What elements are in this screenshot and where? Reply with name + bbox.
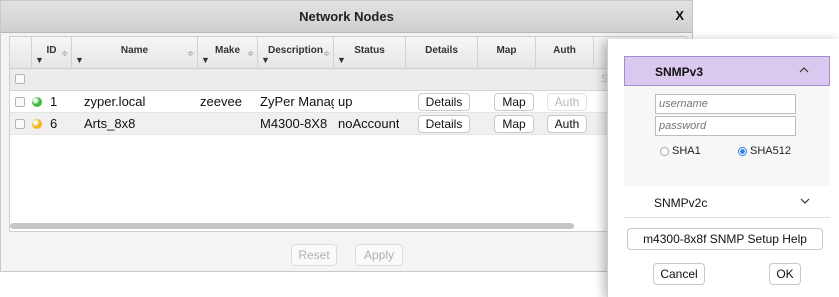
- sort-down-icon[interactable]: ▼: [201, 55, 210, 65]
- nodes-table: ID ▼ ≑ Name ▼ ≑ Make ▼ ≑ Description ▼ ≑…: [9, 36, 687, 232]
- sort-indicator-icon: ≑: [247, 49, 254, 58]
- network-nodes-window: Network Nodes X ID ▼ ≑ Name ▼ ≑ Make ▼ ≑…: [0, 0, 693, 272]
- sort-down-icon[interactable]: ▼: [337, 55, 346, 65]
- snmpv2c-label: SNMPv2c: [654, 196, 708, 210]
- chevron-down-icon[interactable]: [800, 196, 810, 206]
- reset-button[interactable]: Reset: [291, 244, 337, 266]
- col-name-label: Name: [120, 45, 149, 56]
- password-field[interactable]: [655, 116, 796, 136]
- col-map-label: Map: [496, 45, 517, 56]
- row-name: zyper.local: [84, 94, 146, 109]
- sort-indicator-icon: ≑: [187, 49, 194, 58]
- window-title: Network Nodes: [299, 9, 394, 24]
- row-id: 6: [50, 116, 58, 131]
- chevron-up-icon[interactable]: [799, 65, 809, 75]
- snmpv3-body: SHA1 SHA512: [624, 86, 830, 186]
- col-details-header: Details: [406, 37, 478, 69]
- details-button[interactable]: Details: [418, 93, 470, 111]
- auth-button[interactable]: Auth: [547, 115, 587, 133]
- status-dot-icon: [32, 97, 42, 107]
- col-make-header[interactable]: Make ▼ ≑: [198, 37, 258, 69]
- col-id-header[interactable]: ID ▼ ≑: [32, 37, 72, 69]
- title-bar[interactable]: Network Nodes X: [1, 1, 692, 33]
- table-row[interactable]: 1 zyper.local zeevee ZyPer Manag up Deta…: [10, 91, 686, 113]
- sort-down-icon[interactable]: ▼: [261, 55, 270, 65]
- row-checkbox[interactable]: [15, 97, 25, 107]
- col-map-header: Map: [478, 37, 536, 69]
- sort-down-icon[interactable]: ▼: [35, 55, 44, 65]
- cancel-button[interactable]: Cancel: [653, 263, 705, 285]
- row-id: 1: [50, 94, 58, 109]
- col-details-label: Details: [425, 45, 458, 56]
- filter-row: S: [10, 69, 686, 91]
- sha1-label: SHA1: [672, 145, 701, 157]
- col-description-header[interactable]: Description ▼ ≑: [258, 37, 334, 69]
- col-name-header[interactable]: Name ▼ ≑: [72, 37, 198, 69]
- row-checkbox[interactable]: [15, 119, 25, 129]
- auth-button: Auth: [547, 93, 587, 111]
- row-status: up: [338, 94, 353, 109]
- col-auth-header: Auth: [536, 37, 594, 69]
- details-button[interactable]: Details: [418, 115, 470, 133]
- col-status-header[interactable]: Status ▼: [334, 37, 406, 69]
- status-dot-icon: [32, 119, 42, 129]
- sha512-label: SHA512: [750, 145, 791, 157]
- sort-down-icon[interactable]: ▼: [75, 55, 84, 65]
- table-row[interactable]: 6 Arts_8x8 M4300-8X8 noAccount Details M…: [10, 113, 686, 135]
- sha512-radio[interactable]: [738, 147, 747, 156]
- username-field[interactable]: [655, 94, 796, 114]
- snmpv3-label: SNMPv3: [655, 65, 704, 79]
- snmp-setup-help-button[interactable]: m4300-8x8f SNMP Setup Help: [627, 228, 823, 250]
- sort-indicator-icon: ≑: [323, 49, 330, 58]
- sort-indicator-icon: ≑: [61, 49, 68, 58]
- table-header: ID ▼ ≑ Name ▼ ≑ Make ▼ ≑ Description ▼ ≑…: [10, 37, 686, 69]
- snmpv2c-accordion-header[interactable]: SNMPv2c: [624, 188, 830, 218]
- map-button[interactable]: Map: [494, 115, 534, 133]
- select-column-header: [10, 37, 32, 69]
- col-auth-label: Auth: [553, 45, 576, 56]
- apply-button[interactable]: Apply: [355, 244, 403, 266]
- snmpv3-accordion-header[interactable]: SNMPv3: [624, 56, 830, 86]
- row-description: M4300-8X8: [260, 116, 328, 131]
- sha1-radio[interactable]: [660, 147, 669, 156]
- map-button[interactable]: Map: [494, 93, 534, 111]
- row-status: noAccount: [338, 116, 400, 131]
- horizontal-scrollbar[interactable]: [10, 223, 574, 229]
- row-name: Arts_8x8: [84, 116, 136, 131]
- ok-button[interactable]: OK: [769, 263, 801, 285]
- close-icon[interactable]: X: [675, 8, 684, 23]
- snmp-auth-panel: SNMPv3 SHA1 SHA512 SNMPv2c m4300-8x8f SN…: [607, 39, 839, 297]
- row-make: zeevee: [200, 94, 242, 109]
- select-all-checkbox[interactable]: [15, 74, 25, 84]
- row-description: ZyPer Manag: [260, 94, 334, 109]
